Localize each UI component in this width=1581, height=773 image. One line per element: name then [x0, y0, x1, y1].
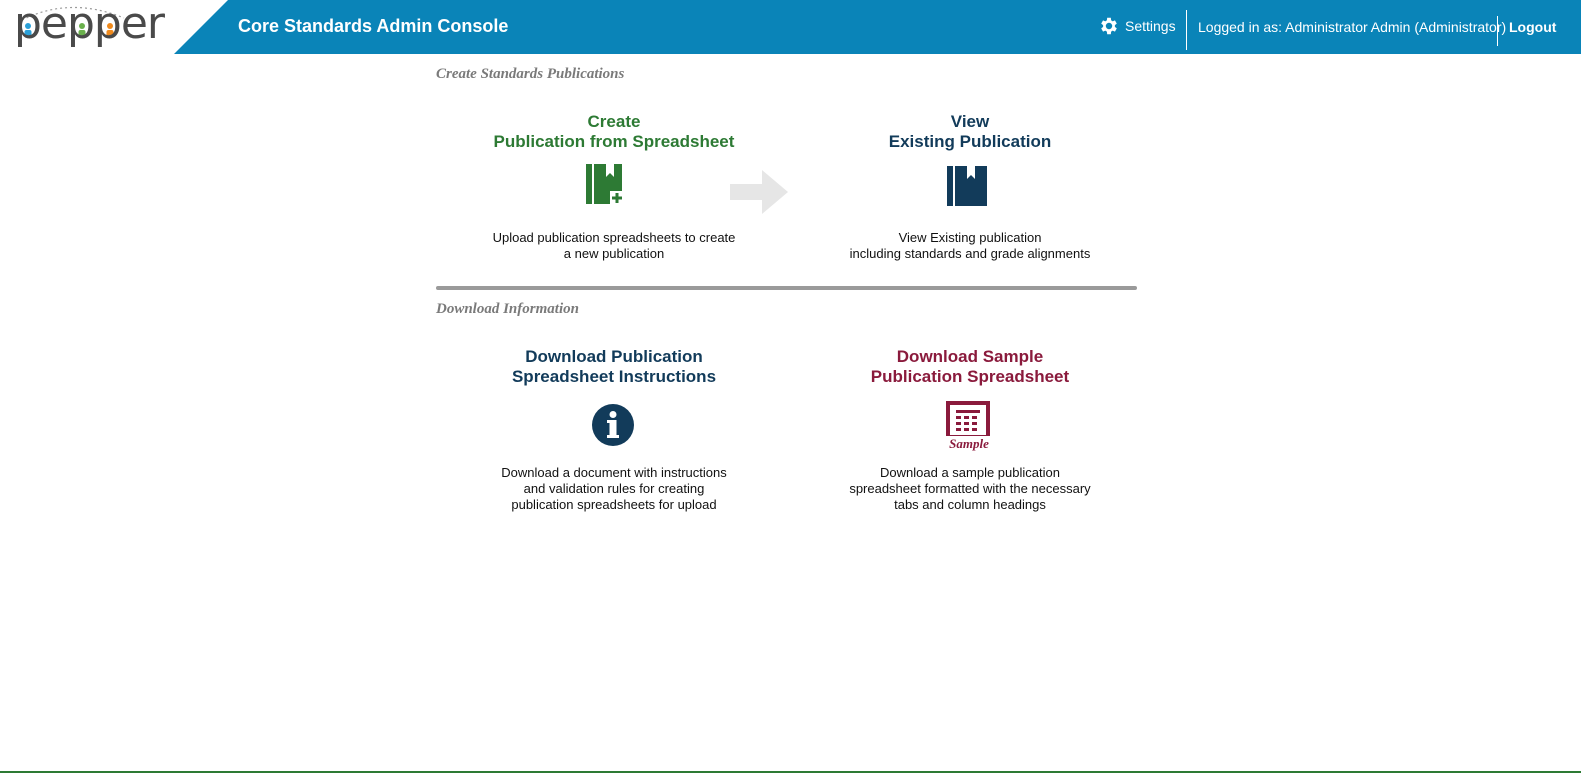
description-line: View Existing publication: [898, 230, 1042, 245]
card-title-line: Publication Spreadsheet: [870, 367, 1070, 386]
sample-spreadsheet-icon[interactable]: Sample: [945, 400, 993, 452]
gear-icon: [1101, 17, 1117, 35]
arrow-right-icon: [730, 170, 788, 214]
card-title-line: Download Sample: [896, 347, 1044, 366]
download-sample-title[interactable]: Download Sample Publication Spreadsheet: [810, 347, 1130, 387]
download-instructions-card[interactable]: Download Publication Spreadsheet Instruc…: [454, 347, 774, 387]
section-title-create: Create Standards Publications: [436, 66, 625, 82]
pepper-logo[interactable]: pepper: [0, 0, 230, 54]
card-title-line: Download Publication: [525, 347, 703, 366]
settings-link[interactable]: Settings: [1098, 15, 1176, 37]
description-line: spreadsheet formatted with the necessary: [849, 481, 1091, 496]
settings-label: Settings: [1125, 18, 1176, 34]
header-divider: [1186, 10, 1187, 50]
card-title-line: Spreadsheet Instructions: [511, 367, 717, 386]
logged-in-user: Logged in as: Administrator Admin (Admin…: [1198, 19, 1507, 35]
info-icon[interactable]: [591, 403, 635, 447]
logout-link[interactable]: Logout: [1509, 19, 1556, 35]
view-publication-title[interactable]: View Existing Publication: [810, 112, 1130, 152]
section-title-download: Download Information: [436, 301, 579, 317]
create-publication-title[interactable]: Create Publication from Spreadsheet: [454, 112, 774, 152]
logo-wordmark: pepper: [14, 0, 165, 49]
card-title-line: Publication from Spreadsheet: [493, 132, 735, 151]
download-instructions-description: Download a document with instructions an…: [454, 465, 774, 513]
download-sample-card[interactable]: Download Sample Publication Spreadsheet: [810, 347, 1130, 387]
download-sample-description: Download a sample publication spreadshee…: [810, 465, 1130, 513]
description-line: publication spreadsheets for upload: [511, 497, 717, 512]
header-divider: [1497, 16, 1498, 46]
card-title-line: Create: [587, 112, 641, 131]
description-line: and validation rules for creating: [523, 481, 705, 496]
description-line: a new publication: [563, 246, 665, 261]
view-publication-card[interactable]: View Existing Publication: [810, 112, 1130, 152]
card-title-line: Existing Publication: [888, 132, 1052, 151]
description-line: Upload publication spreadsheets to creat…: [492, 230, 736, 245]
section-divider: [436, 286, 1137, 290]
top-header: pepper Core Standards Admin Console Sett…: [0, 0, 1581, 54]
description-line: tabs and column headings: [894, 497, 1046, 512]
view-publication-description: View Existing publication including stan…: [810, 230, 1130, 262]
book-add-icon[interactable]: [584, 163, 626, 207]
description-line: Download a document with instructions: [501, 465, 727, 480]
sample-icon-label: Sample: [949, 436, 989, 451]
download-instructions-title[interactable]: Download Publication Spreadsheet Instruc…: [454, 347, 774, 387]
create-publication-card[interactable]: Create Publication from Spreadsheet: [454, 112, 774, 152]
app-title: Core Standards Admin Console: [238, 16, 509, 36]
book-icon[interactable]: [946, 165, 988, 209]
description-line: Download a sample publication: [880, 465, 1060, 480]
card-title-line: View: [950, 112, 990, 131]
create-publication-description: Upload publication spreadsheets to creat…: [454, 230, 774, 262]
description-line: including standards and grade alignments: [849, 246, 1091, 261]
